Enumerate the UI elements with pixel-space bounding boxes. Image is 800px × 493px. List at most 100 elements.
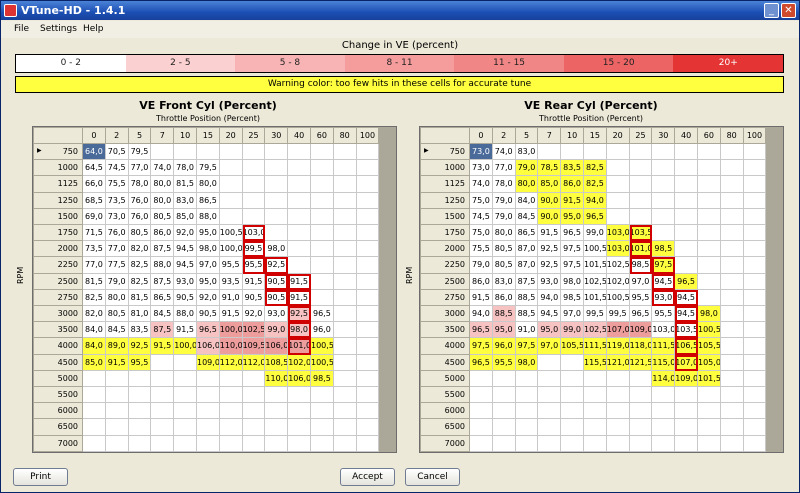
ve-cell[interactable] <box>652 160 676 177</box>
ve-cell[interactable] <box>356 289 380 306</box>
ve-cell[interactable] <box>720 354 744 371</box>
ve-cell[interactable] <box>311 387 334 404</box>
ve-cell[interactable] <box>720 160 744 177</box>
ve-cell[interactable] <box>652 176 676 193</box>
ve-cell[interactable] <box>606 160 630 177</box>
ve-cell[interactable] <box>356 208 380 225</box>
ve-cell[interactable]: 99,0 <box>584 225 607 242</box>
ve-cell[interactable]: 85,0 <box>538 176 562 193</box>
ve-cell[interactable] <box>333 322 357 339</box>
ve-cell[interactable] <box>333 387 357 404</box>
ve-cell[interactable]: 73,5 <box>105 192 129 209</box>
ve-cell[interactable]: 97,0 <box>629 273 653 290</box>
ve-cell[interactable] <box>174 354 197 371</box>
ve-cell[interactable] <box>333 273 357 290</box>
ve-cell[interactable]: 86,5 <box>515 225 539 242</box>
ve-cell[interactable] <box>538 387 562 404</box>
ve-cell[interactable]: 86,5 <box>197 192 220 209</box>
ve-cell[interactable] <box>151 354 175 371</box>
ve-cell[interactable] <box>720 241 744 258</box>
ve-cell[interactable]: 91,0 <box>515 322 539 339</box>
ve-cell[interactable] <box>743 370 767 387</box>
ve-cell[interactable]: 103,5 <box>675 322 698 339</box>
ve-cell[interactable] <box>311 192 334 209</box>
ve-cell[interactable]: 110,0 <box>265 370 289 387</box>
ve-cell[interactable]: 77,5 <box>105 257 129 274</box>
ve-cell[interactable] <box>151 370 175 387</box>
ve-cell[interactable] <box>538 144 562 161</box>
ve-cell[interactable]: 95,5 <box>128 354 152 371</box>
ve-cell[interactable] <box>356 370 380 387</box>
ve-cell[interactable] <box>311 403 334 420</box>
ve-cell[interactable]: 108,5 <box>265 354 289 371</box>
ve-cell[interactable] <box>151 144 175 161</box>
ve-cell[interactable] <box>356 403 380 420</box>
ve-cell[interactable]: 91,5 <box>561 192 584 209</box>
ve-cell[interactable] <box>629 192 653 209</box>
ve-cell[interactable] <box>242 403 266 420</box>
ve-cell[interactable]: 83,5 <box>128 322 152 339</box>
ve-cell[interactable] <box>720 322 744 339</box>
ve-cell[interactable] <box>743 322 767 339</box>
ve-cell[interactable] <box>311 225 334 242</box>
ve-cell[interactable] <box>629 144 653 161</box>
ve-cell[interactable] <box>720 435 744 452</box>
ve-cell[interactable] <box>333 192 357 209</box>
ve-cell[interactable] <box>492 370 516 387</box>
ve-cell[interactable]: 102,5 <box>584 273 607 290</box>
ve-cell[interactable] <box>698 225 721 242</box>
ve-cell[interactable]: 98,5 <box>311 370 334 387</box>
ve-cell[interactable] <box>333 354 357 371</box>
ve-cell[interactable]: 79,0 <box>470 257 493 274</box>
ve-cell[interactable]: 95,5 <box>492 354 516 371</box>
ve-cell[interactable]: 88,0 <box>174 306 197 323</box>
ve-cell[interactable] <box>333 176 357 193</box>
ve-cell[interactable] <box>333 257 357 274</box>
ve-cell[interactable]: 101,0 <box>288 338 311 355</box>
ve-cell[interactable] <box>492 403 516 420</box>
ve-cell[interactable]: 85,0 <box>83 354 106 371</box>
ve-cell[interactable] <box>356 160 380 177</box>
ve-cell[interactable]: 98,5 <box>652 241 676 258</box>
ve-cell[interactable] <box>675 403 698 420</box>
ve-cell[interactable]: 75,5 <box>105 176 129 193</box>
ve-cell[interactable]: 85,0 <box>174 208 197 225</box>
ve-cell[interactable]: 111,5 <box>652 338 676 355</box>
ve-cell[interactable]: 94,5 <box>174 241 197 258</box>
ve-cell[interactable]: 103,0 <box>652 322 676 339</box>
ve-cell[interactable]: 74,0 <box>151 160 175 177</box>
ve-cell[interactable]: 100,5 <box>606 289 630 306</box>
ve-cell[interactable] <box>492 419 516 436</box>
ve-cell[interactable] <box>606 144 630 161</box>
ve-cell[interactable]: 115,5 <box>584 354 607 371</box>
ve-cell[interactable]: 87,5 <box>151 241 175 258</box>
ve-cell[interactable] <box>675 225 698 242</box>
ve-cell[interactable]: 105,5 <box>561 338 584 355</box>
ve-cell[interactable] <box>515 419 539 436</box>
ve-cell[interactable] <box>743 176 767 193</box>
ve-cell[interactable] <box>174 435 197 452</box>
ve-cell[interactable] <box>515 387 539 404</box>
ve-cell[interactable]: 106,0 <box>197 338 220 355</box>
ve-cell[interactable] <box>675 160 698 177</box>
menu-file[interactable]: File <box>14 24 29 34</box>
ve-cell[interactable] <box>492 387 516 404</box>
ve-cell[interactable]: 73,5 <box>83 241 106 258</box>
ve-cell[interactable] <box>174 419 197 436</box>
ve-cell[interactable] <box>242 387 266 404</box>
ve-cell[interactable] <box>356 225 380 242</box>
ve-cell[interactable] <box>219 370 243 387</box>
ve-cell[interactable]: 82,5 <box>128 257 152 274</box>
ve-cell[interactable] <box>219 144 243 161</box>
ve-cell[interactable] <box>151 403 175 420</box>
ve-cell[interactable] <box>606 192 630 209</box>
ve-cell[interactable] <box>105 370 129 387</box>
ve-cell[interactable] <box>242 144 266 161</box>
ve-cell[interactable] <box>242 176 266 193</box>
ve-cell[interactable]: 82,5 <box>584 160 607 177</box>
ve-cell[interactable]: 90,5 <box>197 306 220 323</box>
ve-cell[interactable]: 80,0 <box>197 176 220 193</box>
ve-cell[interactable]: 96,0 <box>492 338 516 355</box>
ve-cell[interactable]: 95,5 <box>629 289 653 306</box>
ve-cell[interactable]: 80,0 <box>492 225 516 242</box>
